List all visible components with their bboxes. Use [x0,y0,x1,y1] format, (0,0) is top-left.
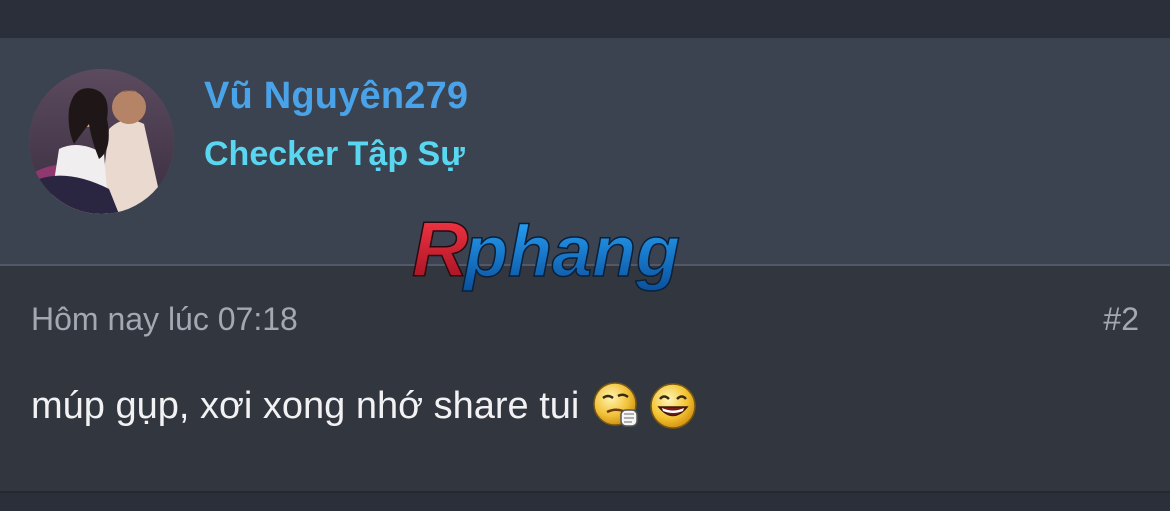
avatar-photo [29,69,174,214]
post-timestamp: Hôm nay lúc 07:18 [31,301,298,337]
thinking-smiley-icon [591,380,643,432]
post-message: múp gụp, xơi xong nhớ share tui [31,381,699,431]
user-avatar[interactable] [29,69,174,214]
post-message-text: múp gụp, xơi xong nhớ share tui [31,384,580,427]
author-name[interactable]: Vũ Nguyên279 [204,75,468,118]
author-rank-title: Checker Tập Sự [204,135,465,173]
forum-post: Vũ Nguyên279 Checker Tập Sự Hôm nay lúc … [0,38,1170,493]
laughing-smiley-icon [647,380,699,432]
post-author-header: Vũ Nguyên279 Checker Tập Sự [0,39,1170,266]
post-permalink-number[interactable]: #2 [1103,301,1139,338]
